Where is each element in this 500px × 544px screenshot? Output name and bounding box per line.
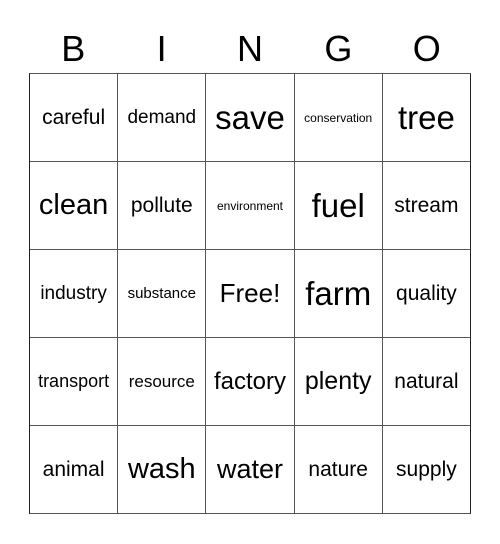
bingo-cell[interactable]: industry <box>30 250 119 338</box>
header-letter-b: B <box>61 28 86 69</box>
header-letter-o: O <box>412 28 441 69</box>
bingo-cell[interactable]: supply <box>382 426 471 514</box>
bingo-cell[interactable]: natural <box>382 338 471 426</box>
bingo-cell[interactable]: save <box>206 74 295 162</box>
bingo-cell[interactable]: substance <box>118 250 207 338</box>
bingo-cell[interactable]: animal <box>30 426 119 514</box>
bingo-cell[interactable]: farm <box>294 250 383 338</box>
header-letter-g: G <box>324 28 353 69</box>
bingo-cell[interactable]: pollute <box>118 162 207 250</box>
bingo-cell[interactable]: conservation <box>294 74 383 162</box>
bingo-cell[interactable]: demand <box>118 74 207 162</box>
bingo-cell[interactable]: plenty <box>294 338 383 426</box>
bingo-cell[interactable]: tree <box>382 74 471 162</box>
bingo-cell[interactable]: fuel <box>294 162 383 250</box>
bingo-grid: careful demand save conservation tree cl… <box>29 73 471 514</box>
header-letter-i: I <box>156 28 167 69</box>
bingo-cell[interactable]: factory <box>206 338 295 426</box>
bingo-header: B I N G O <box>29 24 471 74</box>
bingo-cell[interactable]: environment <box>206 162 295 250</box>
bingo-cell[interactable]: stream <box>382 162 471 250</box>
bingo-cell[interactable]: clean <box>30 162 119 250</box>
bingo-cell[interactable]: resource <box>118 338 207 426</box>
bingo-cell[interactable]: quality <box>382 250 471 338</box>
bingo-cell[interactable]: wash <box>118 426 207 514</box>
bingo-cell[interactable]: nature <box>294 426 383 514</box>
header-letter-n: N <box>236 28 263 69</box>
free-space-cell[interactable]: Free! <box>206 250 295 338</box>
bingo-cell[interactable]: transport <box>30 338 119 426</box>
bingo-cell[interactable]: water <box>206 426 295 514</box>
bingo-cell[interactable]: careful <box>30 74 119 162</box>
